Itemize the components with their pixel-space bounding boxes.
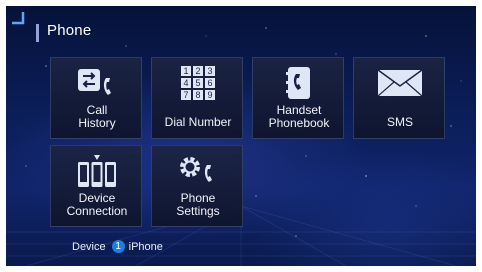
devices-icon <box>51 152 143 190</box>
call-history-button[interactable]: Call History <box>50 57 142 139</box>
svg-text:6: 6 <box>207 78 212 88</box>
dial-number-label: Dial Number <box>164 115 232 129</box>
svg-text:5: 5 <box>195 78 200 88</box>
device-connection-label: Device Connection <box>66 191 128 218</box>
sms-label: SMS <box>386 115 413 129</box>
device-status: Device 1 iPhone <box>72 240 163 253</box>
phonebook-icon <box>253 64 345 102</box>
phone-screen: Phone Call History 123 4 5 6 7 8 9 Dial … <box>6 6 476 266</box>
sms-button[interactable]: SMS <box>353 57 445 139</box>
dial-number-button[interactable]: 123 456 789 Dial Number <box>151 57 243 139</box>
svg-text:4: 4 <box>183 78 188 88</box>
phone-settings-icon <box>152 152 244 190</box>
phone-settings-button[interactable]: Phone Settings <box>151 145 243 227</box>
keypad-icon: 123 456 789 <box>152 64 244 102</box>
call-history-icon <box>51 64 143 102</box>
envelope-icon <box>354 64 446 102</box>
svg-text:2: 2 <box>195 66 200 76</box>
svg-text:1: 1 <box>183 66 188 76</box>
svg-text:9: 9 <box>207 90 212 100</box>
device-connection-button[interactable]: Device Connection <box>50 145 142 227</box>
title-accent-bar <box>36 24 39 42</box>
svg-text:8: 8 <box>195 90 200 100</box>
svg-text:7: 7 <box>183 90 188 100</box>
handset-phonebook-button[interactable]: Handset Phonebook <box>252 57 344 139</box>
svg-text:3: 3 <box>207 66 212 76</box>
page-title: Phone <box>47 22 92 39</box>
device-name: iPhone <box>128 240 163 253</box>
phone-settings-label: Phone Settings <box>176 191 220 218</box>
handset-phonebook-label: Handset Phonebook <box>268 103 330 130</box>
device-status-label: Device <box>72 240 106 253</box>
corner-bracket-icon <box>12 12 25 25</box>
device-number-badge: 1 <box>111 240 125 253</box>
call-history-label: Call History <box>78 103 116 130</box>
